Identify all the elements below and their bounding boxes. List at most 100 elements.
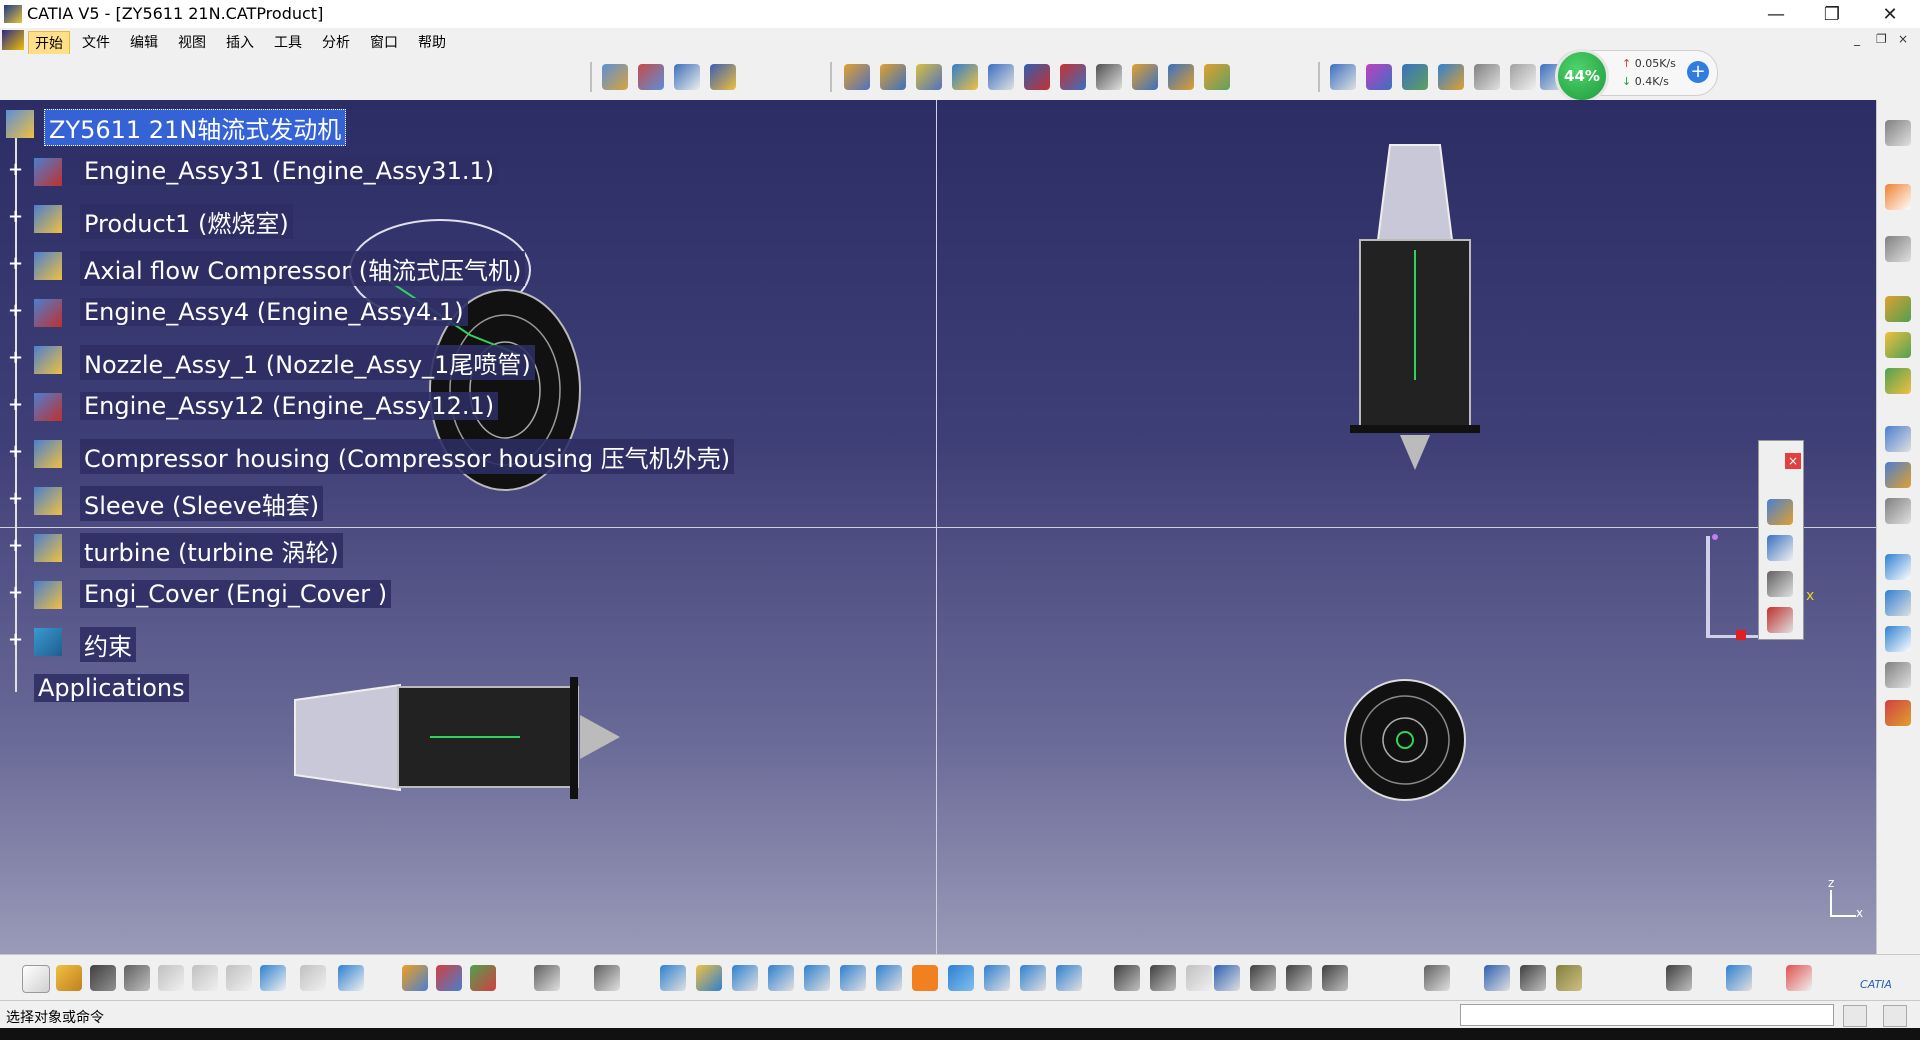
hide-show-icon[interactable] — [1020, 965, 1046, 991]
expand-icon[interactable]: + — [8, 584, 23, 602]
menu-help[interactable]: 帮助 — [412, 31, 452, 53]
gear-component-icon[interactable] — [844, 64, 870, 90]
network-monitor-widget[interactable]: 44% ↑ 0.05K/s ↓ 0.4K/s + — [1555, 49, 1718, 103]
lock-icon[interactable] — [1186, 965, 1212, 991]
star-catalog-icon[interactable] — [710, 64, 736, 90]
engine-front-view[interactable] — [1340, 675, 1470, 805]
multi-instantiation-icon[interactable] — [1132, 64, 1158, 90]
manage-representations-icon[interactable] — [1096, 64, 1122, 90]
graph-tree-reordering-icon[interactable] — [988, 64, 1014, 90]
status-button-1[interactable] — [1843, 1005, 1867, 1027]
compass-z-axis[interactable] — [1706, 536, 1710, 636]
coincidence-constraint-icon[interactable] — [1330, 64, 1356, 90]
tree-item-label[interactable]: Engi_Cover (Engi_Cover ) — [80, 580, 392, 608]
smart-move-icon[interactable] — [1767, 607, 1793, 633]
normal-view-icon[interactable] — [876, 965, 902, 991]
tree-item-turbine[interactable]: + turbine (turbine 涡轮) — [0, 530, 400, 568]
analysis-icon[interactable] — [1885, 426, 1911, 452]
weld-icon[interactable] — [1885, 662, 1911, 688]
menu-tools[interactable]: 工具 — [268, 31, 308, 53]
knowledge-advisor-icon[interactable] — [1322, 965, 1348, 991]
new-part-icon[interactable] — [916, 64, 942, 90]
product-structure-icon[interactable] — [602, 64, 628, 90]
catalog-icon[interactable] — [470, 965, 496, 991]
open-icon[interactable] — [56, 965, 82, 991]
tree-applications-label[interactable]: Applications — [34, 674, 189, 702]
replace-component-icon[interactable] — [952, 64, 978, 90]
expand-icon[interactable]: + — [8, 537, 23, 555]
insert-component-icon[interactable] — [1885, 296, 1911, 322]
manipulation-icon[interactable] — [1767, 535, 1793, 561]
expand-icon[interactable]: + — [8, 396, 23, 414]
save-icon[interactable] — [90, 965, 116, 991]
rules-icon[interactable] — [436, 965, 462, 991]
minimize-button[interactable]: — — [1748, 0, 1804, 28]
expand-icon[interactable]: + — [8, 302, 23, 320]
catia-menu-logo-icon[interactable] — [2, 30, 24, 50]
tree-item-engine-assy12[interactable]: + Engine_Assy12 (Engine_Assy12.1) — [0, 389, 520, 425]
measure-icon[interactable] — [1885, 554, 1911, 580]
reuse-pattern-icon[interactable] — [1204, 64, 1230, 90]
zoom-out-icon[interactable] — [840, 965, 866, 991]
whats-this-icon[interactable] — [338, 965, 364, 991]
bill-of-material-icon[interactable] — [1885, 462, 1911, 488]
expand-icon[interactable]: + — [8, 161, 23, 179]
tree-item-constraints[interactable]: + 约束 — [0, 624, 200, 662]
mdi-restore-button[interactable]: ❐ — [1876, 32, 1887, 46]
menu-file[interactable]: 文件 — [76, 31, 116, 53]
existing-component-icon[interactable] — [638, 64, 664, 90]
insert-part-icon[interactable] — [1885, 368, 1911, 394]
scene-icon[interactable] — [1885, 700, 1911, 726]
fast-multi-instantiation-icon[interactable] — [1168, 64, 1194, 90]
mdi-minimize-button[interactable]: _ — [1854, 32, 1860, 46]
menu-insert[interactable]: 插入 — [220, 31, 260, 53]
fly-mode-icon[interactable] — [660, 965, 686, 991]
mdi-close-button[interactable]: × — [1898, 32, 1908, 46]
redo-icon[interactable] — [300, 965, 326, 991]
angle-constraint-icon[interactable] — [1438, 64, 1464, 90]
engine-side-view[interactable] — [290, 675, 630, 805]
command-input[interactable] — [1460, 1004, 1834, 1026]
tree-item-label[interactable]: Engine_Assy31 (Engine_Assy31.1) — [80, 157, 499, 185]
tree-item-label[interactable]: Nozzle_Assy_1 (Nozzle_Assy_1尾喷管) — [80, 345, 535, 380]
expand-icon[interactable]: + — [8, 255, 23, 273]
reaction-icon[interactable] — [1286, 965, 1312, 991]
tree-item-label[interactable]: Axial flow Compressor (轴流式压气机) — [80, 251, 526, 286]
tree-item-label[interactable]: Compressor housing (Compressor housing 压… — [80, 439, 735, 474]
fit-all-in-icon[interactable] — [696, 965, 722, 991]
workbench-icon[interactable] — [1885, 120, 1911, 146]
generate-numbering-icon[interactable] — [1024, 64, 1050, 90]
tree-item-applications[interactable]: Applications — [0, 671, 220, 707]
close-button[interactable]: ✕ — [1862, 0, 1918, 28]
compass-icon[interactable] — [594, 965, 620, 991]
tree-item-engine-assy4[interactable]: + Engine_Assy4 (Engine_Assy4.1) — [0, 295, 520, 331]
fit-all-icon[interactable] — [674, 64, 700, 90]
snap-icon[interactable] — [1767, 571, 1793, 597]
knowledge-icon[interactable] — [402, 965, 428, 991]
tree-item-label[interactable]: Engine_Assy12 (Engine_Assy12.1) — [80, 392, 499, 420]
offset-constraint-icon[interactable] — [1402, 64, 1428, 90]
measure-inertia-icon[interactable] — [1556, 965, 1582, 991]
tree-icon[interactable] — [534, 965, 560, 991]
compass-handle-icon[interactable] — [1712, 534, 1718, 540]
iso-view-icon[interactable] — [948, 965, 974, 991]
tree-item-compressor-housing[interactable]: + Compressor housing (Compressor housing… — [0, 436, 760, 474]
insert-product-icon[interactable] — [1885, 332, 1911, 358]
fix-together-icon[interactable] — [1510, 64, 1536, 90]
tree-root[interactable]: ZY5611 21N轴流式发动机 — [0, 106, 400, 146]
expand-icon[interactable]: + — [8, 490, 23, 508]
new-product-icon[interactable] — [880, 64, 906, 90]
engine-top-view[interactable] — [1340, 140, 1490, 480]
grid-icon[interactable] — [1786, 965, 1812, 991]
print-icon[interactable] — [124, 965, 150, 991]
menu-start[interactable]: 开始 — [28, 31, 70, 55]
plane-icon[interactable] — [1726, 965, 1752, 991]
undo-icon[interactable] — [260, 965, 286, 991]
flag-note-icon[interactable] — [1885, 626, 1911, 652]
measure-between-icon[interactable] — [1484, 965, 1510, 991]
floating-toolbar-panel[interactable]: × — [1758, 440, 1804, 640]
tree-item-label[interactable]: turbine (turbine 涡轮) — [80, 533, 343, 568]
tree-item-engine-assy31[interactable]: + Engine_Assy31 (Engine_Assy31.1) — [0, 154, 520, 190]
gear-select-icon[interactable] — [1885, 236, 1911, 262]
tree-item-axial-compressor[interactable]: + Axial flow Compressor (轴流式压气机) — [0, 248, 600, 286]
